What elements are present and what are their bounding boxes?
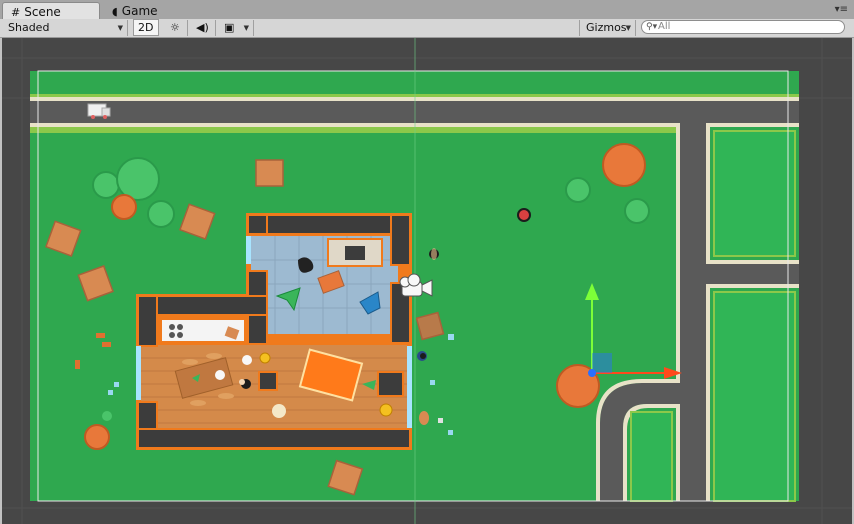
gizmo-center-handle[interactable] xyxy=(588,369,596,377)
tab-scene-label: Scene xyxy=(24,5,61,19)
search-icon: ⚲▾ xyxy=(646,22,658,32)
dropdown-arrow-icon: ▼ xyxy=(117,24,123,32)
shading-mode-dropdown[interactable]: Shaded ▼ xyxy=(2,20,128,36)
gizmos-dropdown[interactable]: Gizmos ▼ xyxy=(579,20,636,36)
lighting-toggle[interactable]: ☼ xyxy=(164,20,188,36)
scene-canvas[interactable] xyxy=(2,38,852,524)
sun-icon: ☼ xyxy=(170,21,180,34)
pacman-icon: ◖ xyxy=(112,5,118,18)
dropdown-arrow-icon: ▼ xyxy=(243,24,249,32)
hierarchy-search-input[interactable]: ⚲▾ All xyxy=(641,20,845,34)
effects-dropdown[interactable]: ▣ ▼ xyxy=(218,20,254,36)
audio-toggle[interactable]: ◀) xyxy=(190,20,216,36)
tab-game-label: Game xyxy=(121,4,158,18)
tab-menu-icon[interactable]: ▾≡ xyxy=(835,4,848,15)
tab-bar: # Scene ◖ Game ▾≡ xyxy=(0,0,854,20)
image-icon: ▣ xyxy=(224,21,235,34)
scene-viewport[interactable] xyxy=(2,38,852,524)
2d-mode-toggle[interactable]: 2D xyxy=(133,19,159,36)
search-placeholder: All xyxy=(658,21,671,32)
grid-icon: # xyxy=(11,6,21,19)
speaker-icon: ◀) xyxy=(196,21,209,34)
scene-toolbar: Shaded ▼ 2D ☼ ◀) ▣ ▼ Gizmos ▼ ⚲▾ All xyxy=(0,19,854,38)
2d-mode-label: 2D xyxy=(138,21,154,34)
tab-scene[interactable]: # Scene xyxy=(2,2,100,19)
dropdown-arrow-icon: ▼ xyxy=(625,24,631,32)
gizmo-xy-plane-handle[interactable] xyxy=(592,353,612,373)
tab-game[interactable]: ◖ Game xyxy=(104,2,174,19)
gizmos-label: Gizmos xyxy=(586,21,627,34)
shading-mode-label: Shaded xyxy=(8,21,50,34)
